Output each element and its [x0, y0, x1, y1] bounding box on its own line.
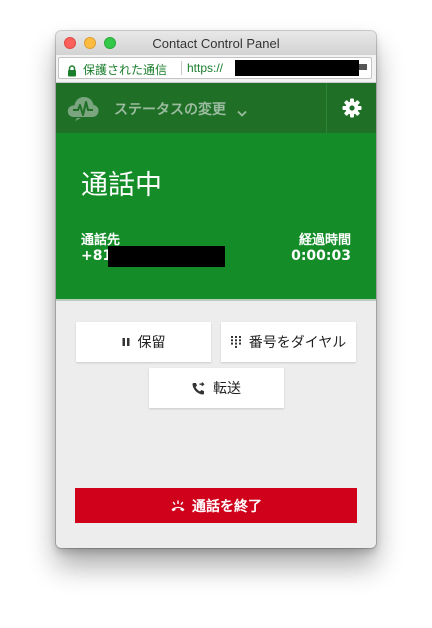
- keypad-icon: [230, 336, 241, 348]
- elapsed-time-value: 0:00:03: [291, 248, 351, 264]
- url-separator: [181, 61, 182, 75]
- url-prefix: https://: [187, 61, 224, 75]
- address-bar: 保護された通信 https://: [56, 55, 376, 83]
- transfer-button-label: 転送: [213, 381, 241, 397]
- cloud-logo-icon: [66, 94, 100, 126]
- call-status-title: 通話中: [81, 170, 162, 201]
- dial-number-button-label: 番号をダイヤル: [248, 335, 347, 351]
- hold-button[interactable]: 保留: [76, 322, 211, 362]
- gear-icon: [342, 98, 362, 122]
- end-call-button[interactable]: 通話を終了: [75, 488, 357, 523]
- app-window: Contact Control Panel 保護された通信 https:// ス…: [56, 31, 376, 548]
- active-call-panel: 通話中 通話先 +81 経過時間 0:00:03: [56, 133, 376, 301]
- redacted-phone-number: [108, 246, 225, 267]
- secure-connection-label: 保護された通信: [83, 63, 168, 77]
- chevron-down-icon[interactable]: [237, 103, 247, 122]
- title-bar: Contact Control Panel: [56, 31, 376, 55]
- settings-button[interactable]: [326, 83, 376, 133]
- transfer-button[interactable]: 転送: [149, 368, 284, 408]
- status-header: ステータスの変更: [56, 83, 376, 133]
- hold-button-label: 保留: [137, 335, 166, 351]
- hang-up-icon: [170, 500, 186, 512]
- dial-number-button[interactable]: 番号をダイヤル: [221, 322, 356, 362]
- end-call-button-label: 通話を終了: [192, 498, 262, 515]
- camera-icon: [359, 64, 367, 70]
- elapsed-time-label: 経過時間: [298, 233, 351, 248]
- url-field[interactable]: 保護された通信 https://: [58, 57, 372, 79]
- status-change-button[interactable]: ステータスの変更: [114, 99, 226, 119]
- phone-transfer-icon: [192, 381, 205, 395]
- lock-icon: [67, 62, 77, 81]
- redacted-url: [235, 60, 359, 76]
- pause-icon: [122, 337, 130, 347]
- window-title: Contact Control Panel: [152, 36, 280, 51]
